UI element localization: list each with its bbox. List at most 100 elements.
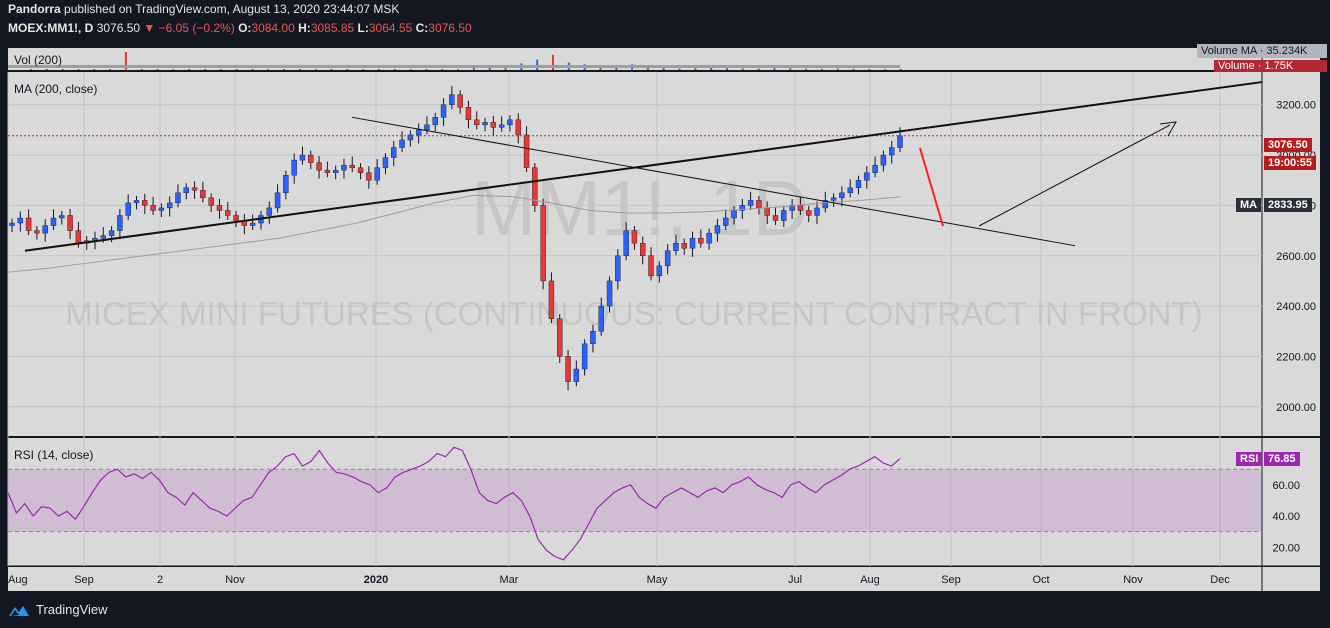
candle-body (573, 368, 580, 382)
volume-bar (868, 69, 871, 70)
candle-body (673, 242, 679, 251)
candle-body (42, 225, 48, 234)
candle-body (482, 122, 488, 126)
candle-body (656, 265, 663, 277)
tradingview-logo-icon (9, 605, 29, 616)
volume-bar (409, 69, 412, 70)
candle-body (723, 217, 729, 226)
candle-body (415, 129, 422, 136)
rsi-label-tag: RSI (1236, 452, 1263, 466)
candle-body (797, 205, 804, 211)
candle-body (125, 202, 131, 216)
x-tick-label: Mar (500, 574, 519, 586)
candle-body (216, 205, 223, 211)
candle-body (474, 119, 480, 126)
volume-bar (156, 69, 159, 70)
volume-bar (330, 69, 333, 70)
candle-body (756, 200, 762, 209)
volume-bar (204, 69, 206, 70)
candle-body (498, 124, 505, 128)
candle-body (166, 202, 173, 209)
ma-pane-title[interactable]: MA (200, close) (14, 82, 97, 96)
candle-body (142, 200, 148, 206)
candle-body (108, 230, 115, 236)
x-tick-label: Sep (941, 574, 961, 586)
candle-body (75, 230, 82, 244)
footer-brand[interactable]: TradingView (36, 602, 108, 617)
volume-bar (251, 69, 254, 70)
candle-body (283, 175, 289, 194)
candle-body (706, 232, 712, 244)
volume-bar (172, 69, 175, 70)
candle-body (200, 190, 206, 199)
volume-bar (235, 69, 238, 70)
candle-body (440, 104, 447, 118)
candle-body (465, 107, 472, 121)
volume-bar (773, 68, 776, 70)
x-tick-label: Aug (8, 574, 28, 586)
y-tick-label: 2600.00 (1276, 251, 1316, 263)
candle-body (432, 117, 438, 126)
candle-body (581, 343, 588, 370)
volume-bar (472, 67, 475, 70)
candle-body (781, 210, 787, 221)
volume-pane-title[interactable]: Vol (200) (14, 53, 62, 67)
candle-body (540, 205, 546, 282)
candle-body (349, 164, 355, 168)
volume-bar (694, 68, 697, 70)
candle-body (34, 230, 40, 234)
candle-body (449, 94, 455, 105)
last-price-tag: 3076.50 (1264, 138, 1312, 152)
candle-body (814, 207, 820, 216)
volume-ma-line (8, 65, 900, 68)
volume-bar (726, 68, 728, 70)
volume-bar (93, 69, 96, 70)
candle-body (233, 215, 239, 221)
candle-body (291, 159, 297, 176)
candle-body (50, 217, 57, 226)
candle-body (357, 167, 364, 173)
volume-bar (425, 69, 428, 70)
volume-bar (805, 68, 808, 70)
volume-bar (741, 68, 744, 70)
volume-bar (757, 68, 760, 70)
rsi-pane-title[interactable]: RSI (14, close) (14, 448, 93, 462)
rsi-tick-label: 60.00 (1272, 480, 1300, 492)
candle-body (548, 280, 555, 319)
candle-body (308, 154, 314, 163)
candle-body (598, 305, 604, 332)
x-tick-label: 2020 (364, 574, 388, 586)
candle-body (640, 242, 646, 256)
footer: TradingView (8, 602, 108, 617)
candle-body (806, 210, 812, 216)
symbol-watermark-subtitle: MICEX MINI FUTURES (CONTINUOUS: CURRENT … (65, 295, 1202, 332)
candle-body (25, 217, 32, 231)
candle-body (764, 207, 770, 216)
candle-body (150, 205, 156, 211)
volume-bar (188, 69, 191, 70)
volume-tag: Volume · 1.75K (1214, 60, 1327, 72)
volume-bar (441, 69, 444, 70)
candle-body (117, 215, 123, 231)
candle-body (830, 197, 837, 201)
candle-body (341, 164, 347, 171)
volume-bar (836, 68, 839, 70)
candle-body (897, 135, 903, 148)
candle-body (772, 215, 779, 221)
candle-body (889, 147, 895, 156)
volume-bar (109, 69, 112, 70)
x-tick-label: Nov (1123, 574, 1143, 586)
volume-bar (710, 67, 713, 70)
volume-bar (61, 69, 64, 70)
candle-body (590, 331, 596, 345)
candle-body (175, 192, 181, 204)
countdown-tag: 19:00:55 (1264, 156, 1317, 170)
candle-body (557, 318, 563, 357)
candle-body (565, 356, 571, 382)
volume-bar (140, 69, 143, 70)
x-tick-label: Dec (1210, 574, 1230, 586)
rsi-tick-label: 40.00 (1272, 511, 1300, 523)
price-chart-svg[interactable]: Aug Sep 2 Nov 2020 Mar May Jul Aug Sep Oct Nov Dec 20… (0, 0, 1330, 628)
candle-body (17, 217, 23, 224)
candle-body (424, 124, 430, 131)
